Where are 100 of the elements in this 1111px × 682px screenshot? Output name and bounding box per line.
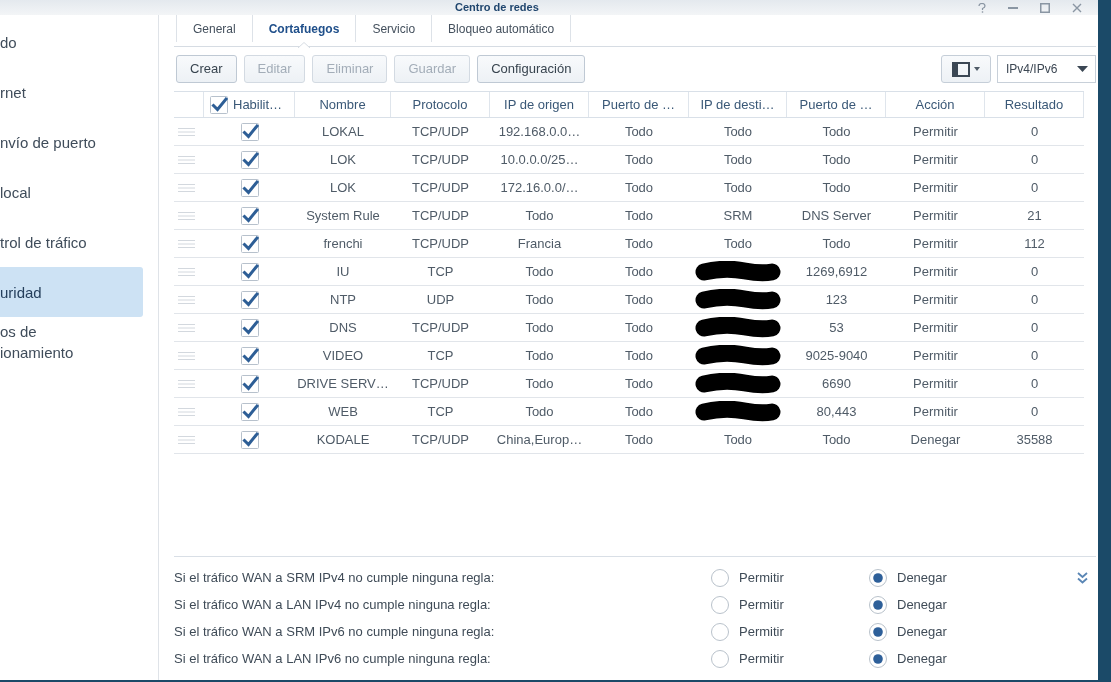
drag-handle-icon[interactable] bbox=[178, 295, 195, 304]
checked-checkbox-icon[interactable] bbox=[240, 346, 259, 365]
table-cell-text: Permitir bbox=[913, 178, 958, 197]
checked-checkbox-icon[interactable] bbox=[240, 122, 259, 141]
tab[interactable]: Cortafuegos bbox=[251, 15, 356, 42]
minimize-icon[interactable] bbox=[1008, 6, 1018, 9]
drag-handle-icon[interactable] bbox=[178, 155, 195, 164]
checked-checkbox-icon[interactable] bbox=[240, 178, 259, 197]
checked-checkbox-icon[interactable] bbox=[240, 318, 259, 337]
selected-radio-icon[interactable] bbox=[869, 622, 887, 641]
table-cell-text: Todo bbox=[723, 150, 753, 169]
checked-checkbox-icon[interactable] bbox=[240, 234, 259, 253]
drag-handle-icon[interactable] bbox=[178, 351, 195, 360]
toolbar-button[interactable]: Configuración bbox=[477, 55, 586, 83]
checked-checkbox-icon[interactable] bbox=[240, 430, 259, 449]
maximize-icon[interactable] bbox=[1040, 2, 1050, 13]
drag-handle-icon[interactable] bbox=[178, 407, 195, 416]
column-header[interactable]: Puerto de … bbox=[589, 92, 689, 117]
dropdown-value: IPv4/IPv6 bbox=[1006, 61, 1058, 78]
radio-icon[interactable] bbox=[711, 649, 729, 668]
checked-checkbox-icon[interactable] bbox=[240, 402, 259, 421]
table-cell-text: 53 bbox=[829, 318, 844, 337]
sidebar-item[interactable]: do bbox=[0, 17, 143, 67]
radio-option[interactable]: Permitir bbox=[711, 567, 869, 588]
selected-radio-icon[interactable] bbox=[869, 595, 887, 614]
sidebar-item[interactable]: local bbox=[0, 167, 143, 217]
checked-checkbox-icon[interactable] bbox=[240, 206, 259, 225]
column-header[interactable]: Nombre bbox=[295, 92, 391, 117]
radio-option[interactable]: Permitir bbox=[711, 621, 869, 642]
table-row[interactable]: System Rule TCP/UDP Todo Todo SRM DNS Server Permitir 21 bbox=[174, 202, 1084, 230]
tab[interactable]: Bloqueo automático bbox=[431, 15, 572, 42]
table-cell-text: 21 bbox=[1027, 206, 1042, 225]
radio-option[interactable]: Denegar bbox=[869, 567, 947, 588]
column-header[interactable]: Puerto de … bbox=[787, 92, 886, 117]
drag-handle-icon[interactable] bbox=[178, 239, 195, 248]
toolbar-button[interactable]: Crear bbox=[176, 55, 237, 83]
policy-label: Si el tráfico WAN a SRM IPv6 no cumple ninguna regla: bbox=[174, 622, 496, 641]
table-cell-text: SRM bbox=[723, 206, 753, 225]
radio-option[interactable]: Denegar bbox=[869, 621, 947, 642]
radio-icon[interactable] bbox=[711, 622, 729, 641]
checked-checkbox-icon[interactable] bbox=[210, 95, 228, 114]
double-chevron-down-icon[interactable] bbox=[1077, 571, 1088, 584]
table-cell-text: 35588 bbox=[1016, 430, 1053, 449]
table-cell-text: Todo bbox=[525, 262, 554, 281]
table-row[interactable]: IU TCP Todo Todo 1269,6912 Permitir 0 bbox=[174, 258, 1084, 286]
checked-checkbox-icon[interactable] bbox=[240, 290, 259, 309]
checked-checkbox-icon[interactable] bbox=[240, 374, 259, 393]
checked-checkbox-icon[interactable] bbox=[240, 150, 259, 169]
tab[interactable]: Servicio bbox=[355, 15, 432, 42]
drag-handle-icon[interactable] bbox=[178, 267, 195, 276]
table-cell-text: Denegar bbox=[910, 430, 961, 449]
drag-handle-icon[interactable] bbox=[178, 435, 195, 444]
table-cell-text: Todo bbox=[822, 178, 851, 197]
table-row[interactable]: KODALE TCP/UDP China,Europ… Todo Todo Todo Denegar 35588 bbox=[174, 426, 1084, 454]
close-icon[interactable] bbox=[1072, 2, 1082, 13]
table-cell-text: Todo bbox=[624, 430, 654, 449]
column-header[interactable]: Protocolo bbox=[391, 92, 490, 117]
table-row[interactable]: frenchi TCP/UDP Francia Todo Todo Todo Permitir 112 bbox=[174, 230, 1084, 258]
table-row[interactable]: NTP UDP Todo Todo 123 Permitir 0 bbox=[174, 286, 1084, 314]
sidebar-item[interactable]: os de ionamiento bbox=[0, 317, 143, 367]
sidebar-item[interactable]: trol de tráfico bbox=[0, 217, 143, 267]
table-cell-text: Francia bbox=[517, 234, 562, 253]
table-cell-text: Todo bbox=[822, 122, 851, 141]
drag-handle-icon[interactable] bbox=[178, 127, 195, 136]
column-header[interactable]: IP de desti… bbox=[689, 92, 787, 117]
table-cell-text: Todo bbox=[822, 430, 851, 449]
table-cell-text: Todo bbox=[822, 150, 851, 169]
table-row[interactable]: DNS TCP/UDP Todo Todo 53 Permitir 0 bbox=[174, 314, 1084, 342]
sidebar-item[interactable]: nvío de puerto bbox=[0, 117, 143, 167]
radio-option[interactable]: Permitir bbox=[711, 594, 869, 615]
tab[interactable]: General bbox=[176, 15, 252, 42]
radio-icon[interactable] bbox=[711, 595, 729, 614]
selected-radio-icon[interactable] bbox=[869, 649, 887, 668]
checked-checkbox-icon[interactable] bbox=[240, 262, 259, 281]
layout-toggle-button[interactable] bbox=[941, 55, 991, 83]
drag-handle-icon[interactable] bbox=[178, 211, 195, 220]
table-row[interactable]: LOK TCP/UDP 172.16.0.0/… Todo Todo Todo Permitir 0 bbox=[174, 174, 1084, 202]
table-row[interactable]: WEB TCP Todo Todo 80,443 Permitir 0 bbox=[174, 398, 1084, 426]
table-row[interactable]: LOK TCP/UDP 10.0.0.0/25… Todo Todo Todo Permitir 0 bbox=[174, 146, 1084, 174]
table-row[interactable]: VIDEO TCP Todo Todo 9025-9040 Permitir 0 bbox=[174, 342, 1084, 370]
ip-version-dropdown[interactable]: IPv4/IPv6 bbox=[997, 55, 1096, 83]
drag-handle-icon[interactable] bbox=[178, 183, 195, 192]
radio-option[interactable]: Denegar bbox=[869, 648, 947, 669]
radio-icon[interactable] bbox=[711, 568, 729, 587]
selected-radio-icon[interactable] bbox=[869, 568, 887, 587]
table-row[interactable]: DRIVE SERV… TCP/UDP Todo Todo 6690 Permitir 0 bbox=[174, 370, 1084, 398]
sidebar-item[interactable]: uridad bbox=[0, 267, 143, 317]
column-header[interactable]: Acción bbox=[886, 92, 985, 117]
help-icon[interactable] bbox=[978, 2, 986, 13]
column-header[interactable]: IP de origen bbox=[490, 92, 589, 117]
table-cell-text: Todo bbox=[822, 234, 851, 253]
table-row[interactable]: LOKAL TCP/UDP 192.168.0.0… Todo Todo Todo Permitir 0 bbox=[174, 118, 1084, 146]
radio-option[interactable]: Permitir bbox=[711, 648, 869, 669]
sidebar-item[interactable]: rnet bbox=[0, 67, 143, 117]
radio-option[interactable]: Denegar bbox=[869, 594, 947, 615]
drag-handle-icon[interactable] bbox=[178, 323, 195, 332]
drag-handle-icon[interactable] bbox=[178, 379, 195, 388]
column-header[interactable]: Habilit… bbox=[233, 94, 283, 115]
table-cell-text: Todo bbox=[624, 122, 654, 141]
column-header[interactable]: Resultado bbox=[985, 92, 1084, 117]
